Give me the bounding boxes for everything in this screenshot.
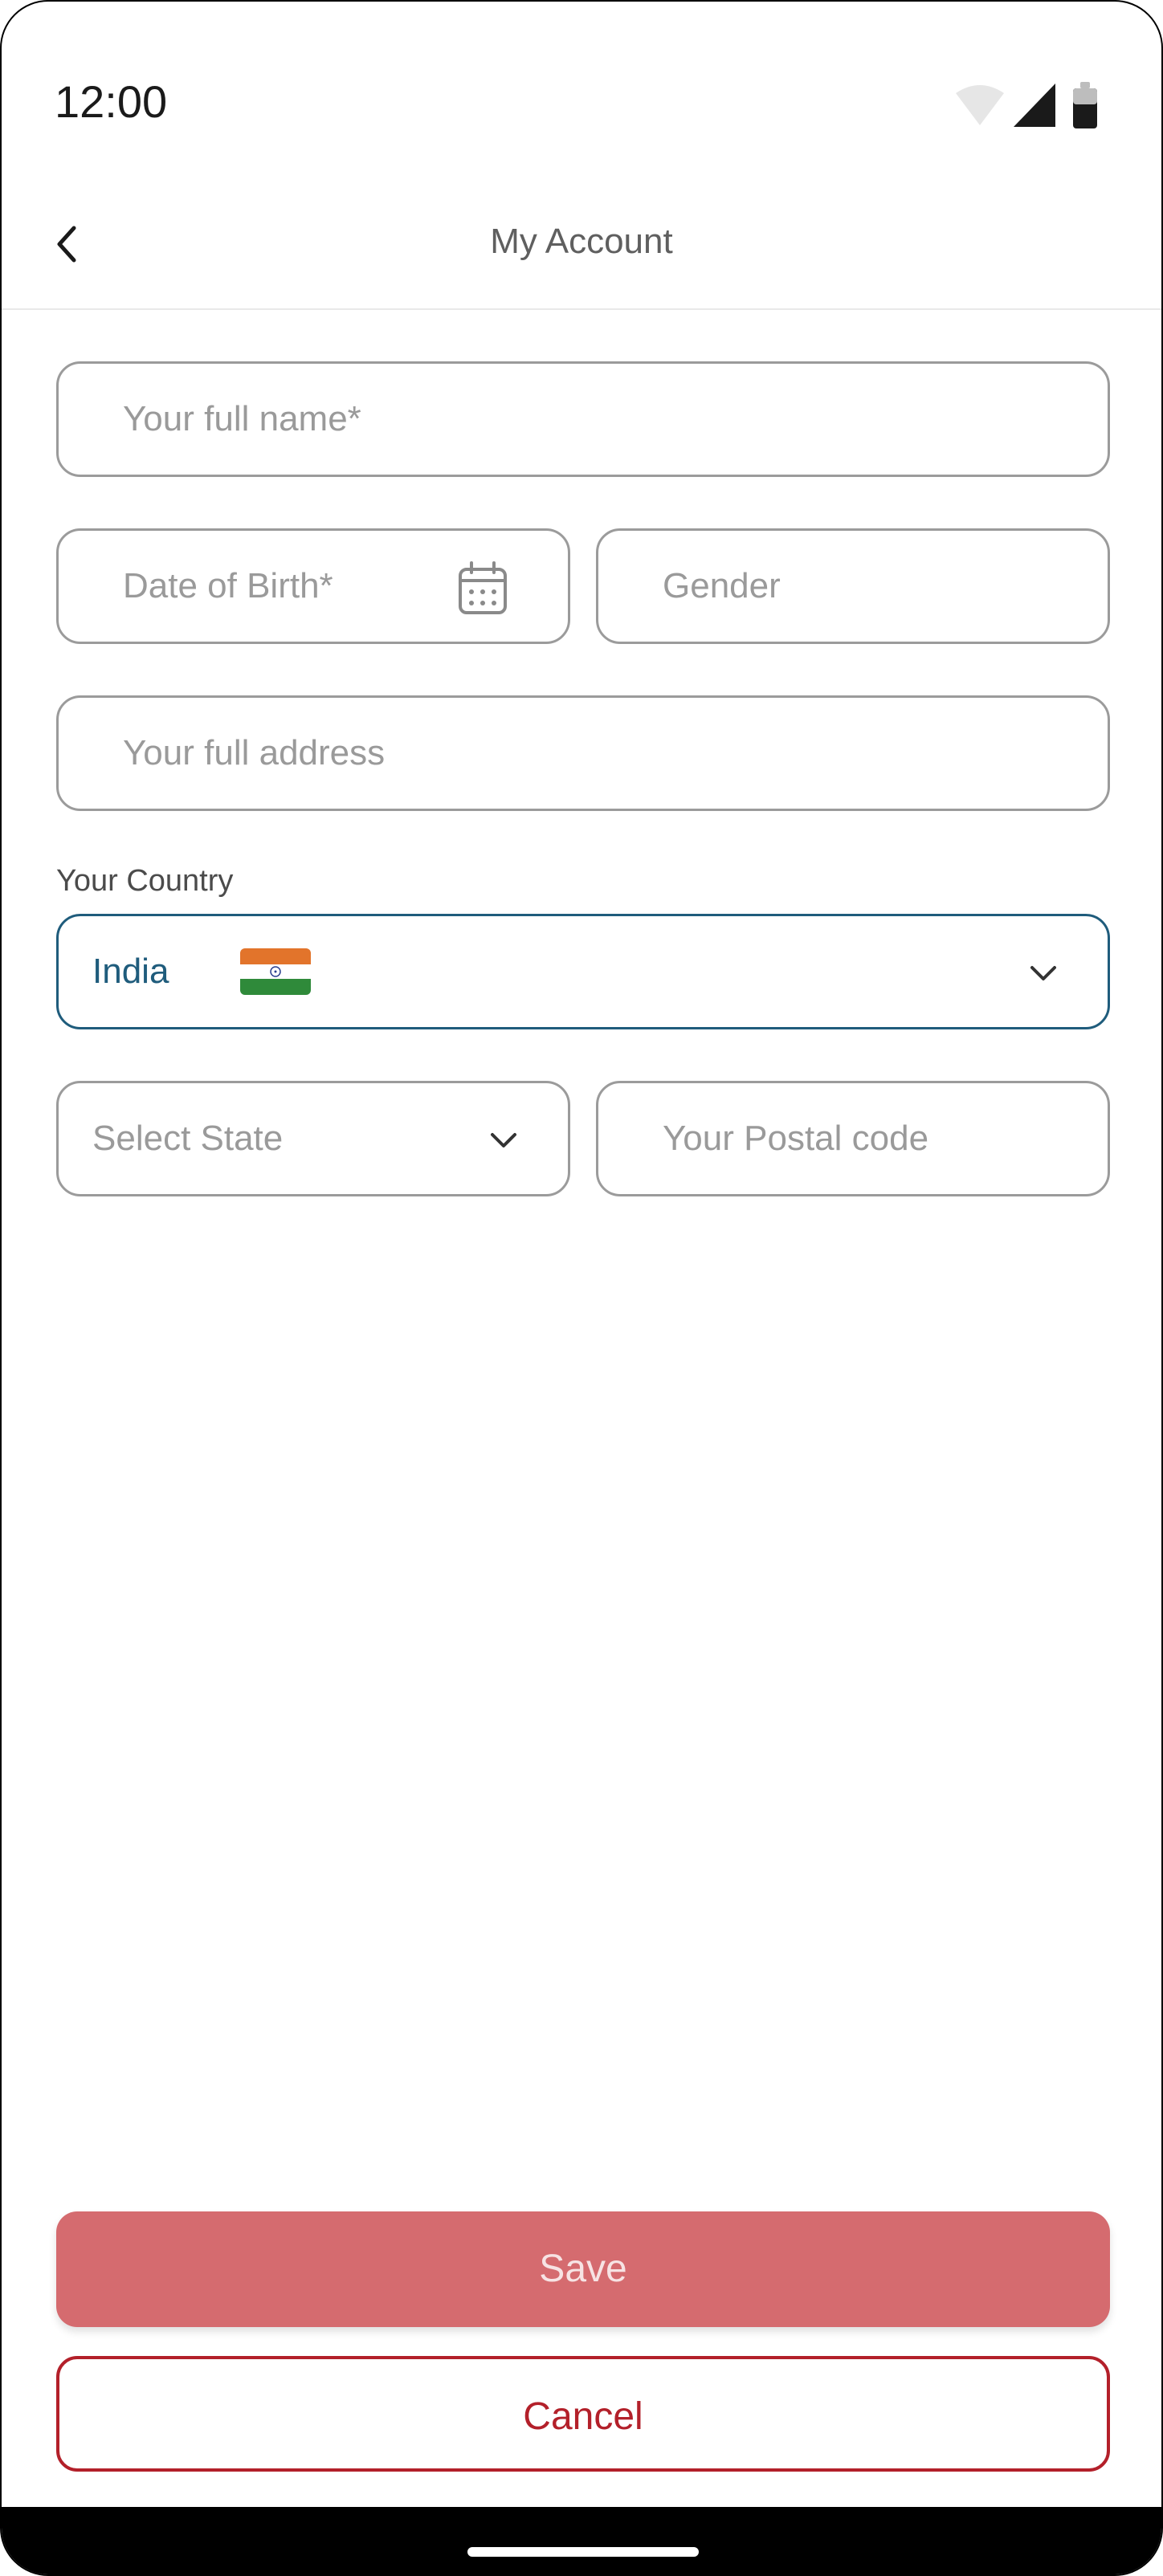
country-label: Your Country: [56, 864, 234, 898]
calendar-icon[interactable]: [452, 558, 513, 619]
status-bar: 12:00: [2, 2, 1161, 162]
india-flag-icon: [240, 948, 311, 995]
system-navigation-bar: [2, 2507, 1161, 2574]
country-select[interactable]: India: [56, 914, 1110, 1029]
postal-code-placeholder: Your Postal code: [663, 1119, 929, 1158]
home-indicator[interactable]: [467, 2547, 699, 2557]
chevron-down-icon[interactable]: [484, 1120, 523, 1159]
postal-code-field[interactable]: Your Postal code: [596, 1081, 1110, 1196]
phone-frame: 12:00 My Account Your full name* Date of…: [0, 0, 1163, 2576]
page-title: My Account: [490, 222, 673, 261]
full-name-placeholder: Your full name*: [123, 399, 361, 438]
wifi-icon: [956, 85, 1004, 125]
chevron-down-icon[interactable]: [1024, 953, 1063, 992]
address-field[interactable]: Your full address: [56, 695, 1110, 811]
gender-field[interactable]: Gender: [596, 528, 1110, 644]
status-icons: [956, 82, 1097, 128]
state-placeholder: Select State: [92, 1119, 284, 1158]
full-name-field[interactable]: Your full name*: [56, 361, 1110, 477]
address-placeholder: Your full address: [123, 733, 386, 772]
state-select[interactable]: Select State: [56, 1081, 570, 1196]
country-value: India: [92, 952, 169, 991]
app-bar: My Account: [2, 180, 1161, 310]
status-time: 12:00: [55, 76, 168, 127]
gender-placeholder: Gender: [663, 566, 781, 605]
date-of-birth-field[interactable]: Date of Birth*: [56, 528, 570, 644]
save-button[interactable]: Save: [56, 2211, 1110, 2327]
cancel-button[interactable]: Cancel: [56, 2356, 1110, 2472]
cellular-signal-icon: [1014, 84, 1055, 127]
date-of-birth-placeholder: Date of Birth*: [123, 566, 333, 605]
battery-icon: [1073, 82, 1097, 128]
